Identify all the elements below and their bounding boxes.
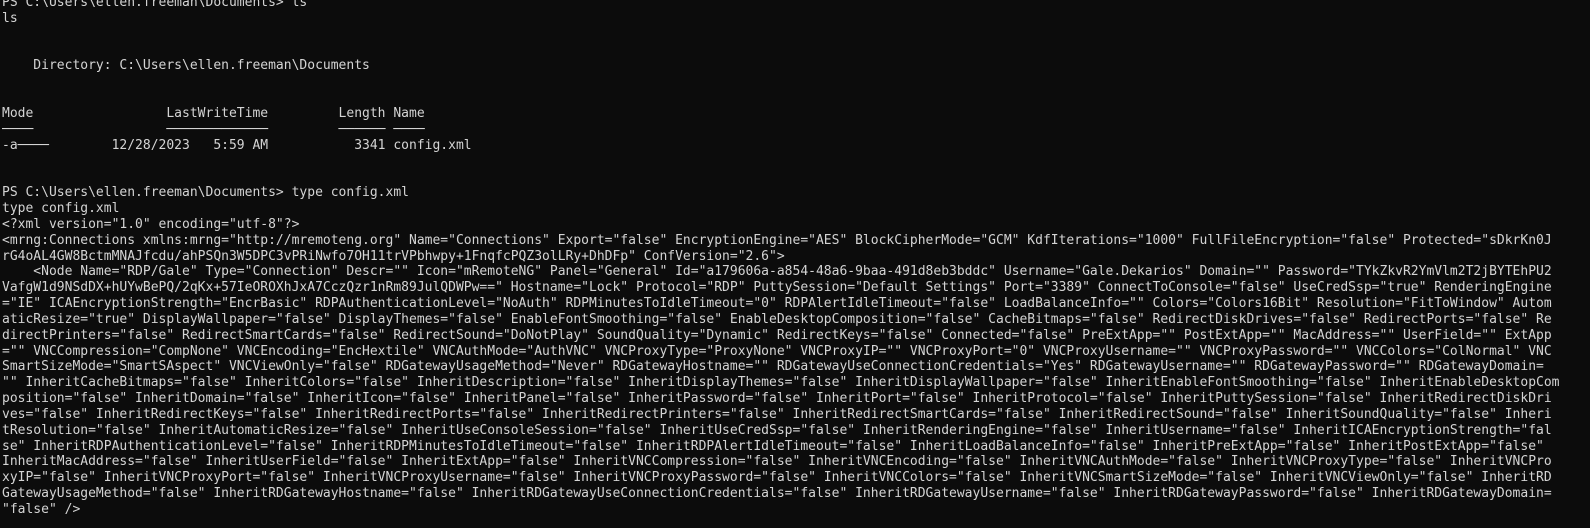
terminal-line: tResolution="false" InheritAutomaticResi… xyxy=(2,422,1552,438)
terminal-line: Mode LastWriteTime Length Name xyxy=(2,105,425,121)
terminal-line: xyIP="false" InheritVNCProxyPort="false"… xyxy=(2,470,1552,486)
terminal-window[interactable]: PS C:\Users\ellen.freeman\Documents> ls l… xyxy=(0,0,1590,528)
terminal-line: VafgW1d9NSdDX+hUYwBePQ/2qKx+57IeOROXhJxA… xyxy=(2,280,1552,296)
terminal-scrollbar[interactable] xyxy=(1582,0,1590,528)
terminal-line: PS C:\Users\ellen.freeman\Documents> ls xyxy=(2,0,308,10)
terminal-line: "false" /> xyxy=(2,502,81,517)
terminal-line: se" InheritRDPAuthenticationLevel="false… xyxy=(2,438,1544,454)
terminal-line: ="" VNCCompression="CompNone" VNCEncodin… xyxy=(2,343,1552,359)
terminal-line: SmartSizeMode="SmartSAspect" VNCViewOnly… xyxy=(2,359,1544,375)
terminal-line: <Node Name="RDP/Gale" Type="Connection" … xyxy=(2,264,1552,280)
terminal-line: position="false" InheritDomain="false" I… xyxy=(2,391,1552,407)
terminal-line: "" InheritCacheBitmaps="false" InheritCo… xyxy=(2,375,1560,391)
terminal-line: type config.xml xyxy=(2,200,120,216)
terminal-line: ves="false" InheritRedirectKeys="false" … xyxy=(2,406,1552,422)
terminal-line: InheritMacAddress="false" InheritUserFie… xyxy=(2,454,1552,470)
terminal-line: ls xyxy=(2,10,18,26)
terminal-line: -a──── 12/28/2023 5:59 AM 3341 config.xm… xyxy=(2,137,472,153)
terminal-line: directPrinters="false" RedirectSmartCard… xyxy=(2,327,1552,343)
terminal-output: PS C:\Users\ellen.freeman\Documents> ls l… xyxy=(2,0,1586,518)
terminal-line: rG4oAL4GW8BctmMNAJfcdu/ahPSQn3W5DPC3vPRi… xyxy=(2,248,785,264)
terminal-line: aticResize="true" DisplayWallpaper="fals… xyxy=(2,311,1552,327)
terminal-line: ="IE" ICAEncryptionStrength="EncrBasic" … xyxy=(2,296,1552,312)
terminal-line: <?xml version="1.0" encoding="utf-8"?> xyxy=(2,216,300,232)
terminal-line: Directory: C:\Users\ellen.freeman\Docume… xyxy=(2,58,370,74)
terminal-line: GatewayUsageMethod="false" InheritRDGate… xyxy=(2,486,1552,502)
terminal-line: ──── ───────────── ────── ──── xyxy=(2,121,425,137)
terminal-line: PS C:\Users\ellen.freeman\Documents> typ… xyxy=(2,185,409,201)
terminal-line: <mrng:Connections xmlns:mrng="http://mre… xyxy=(2,232,1552,248)
